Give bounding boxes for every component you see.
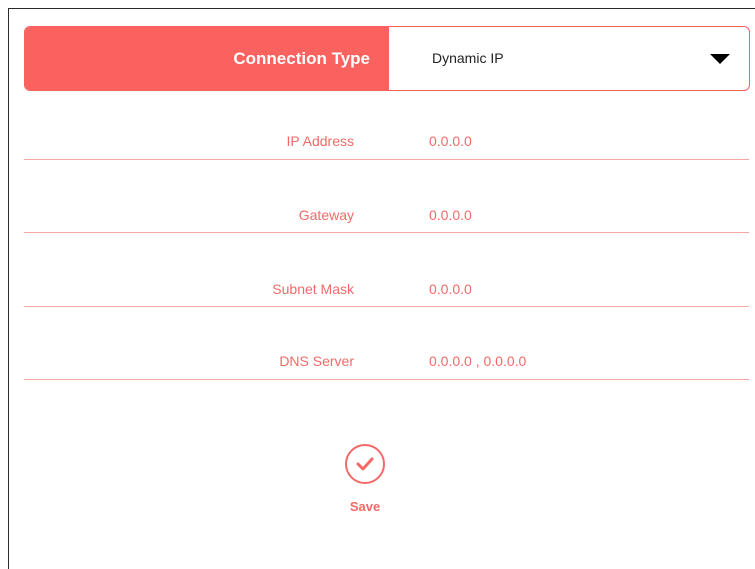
dns-server-row: DNS Server 0.0.0.0 , 0.0.0.0 <box>24 309 749 380</box>
connection-type-label: Connection Type <box>25 27 389 90</box>
chevron-down-icon <box>710 54 730 64</box>
save-button[interactable]: Save <box>336 444 396 544</box>
panel-frame: Connection Type Dynamic IP IP Address 0.… <box>8 8 755 569</box>
dns-server-value: 0.0.0.0 , 0.0.0.0 <box>429 353 527 369</box>
subnet-mask-value: 0.0.0.0 <box>429 281 472 297</box>
save-label: Save <box>349 499 381 514</box>
connection-type-row: Connection Type Dynamic IP <box>24 26 750 91</box>
ip-address-label: IP Address <box>286 133 354 149</box>
gateway-value: 0.0.0.0 <box>429 207 472 223</box>
subnet-mask-label: Subnet Mask <box>272 281 354 297</box>
ip-address-value: 0.0.0.0 <box>429 133 472 149</box>
dns-server-label: DNS Server <box>279 353 354 369</box>
checkmark-circle-icon <box>345 444 385 484</box>
gateway-label: Gateway <box>298 207 354 223</box>
connection-type-select[interactable]: Dynamic IP <box>389 27 749 90</box>
ip-address-row: IP Address 0.0.0.0 <box>24 89 749 160</box>
gateway-row: Gateway 0.0.0.0 <box>24 162 749 233</box>
subnet-mask-row: Subnet Mask 0.0.0.0 <box>24 236 749 307</box>
connection-type-value: Dynamic IP <box>432 50 504 66</box>
